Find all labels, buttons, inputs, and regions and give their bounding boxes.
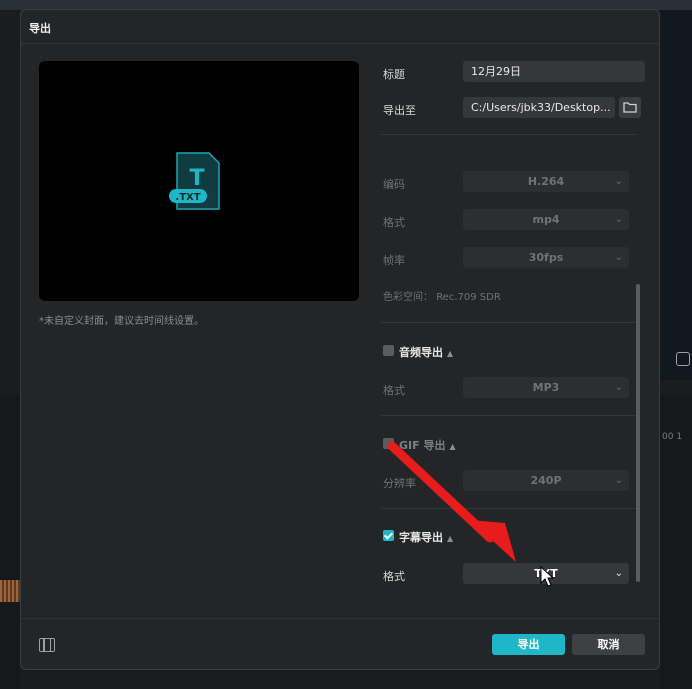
film-icon[interactable] bbox=[39, 638, 55, 652]
background-timeline-left bbox=[0, 395, 20, 689]
settings-scrollbar[interactable] bbox=[636, 284, 640, 582]
caret-up-icon: ▲ bbox=[447, 534, 454, 543]
gif-export-title: GIF 导出 bbox=[399, 439, 446, 452]
chevron-down-icon: ⌄ bbox=[614, 176, 623, 187]
section-divider bbox=[381, 415, 637, 416]
gif-resolution-select[interactable]: 240P ⌄ bbox=[463, 470, 629, 491]
colorspace-value: Rec.709 SDR bbox=[436, 292, 501, 303]
txt-icon-badge: .TXT bbox=[175, 192, 200, 203]
subtitle-format-select[interactable]: TXT ⌄ bbox=[463, 563, 629, 584]
cancel-button[interactable]: 取消 bbox=[572, 634, 645, 655]
cover-hint: *未自定义封面，建议去时间线设置。 bbox=[39, 316, 204, 327]
video-format-select[interactable]: mp4 ⌄ bbox=[463, 209, 629, 230]
export-path-value: C:/Users/jbk33/Desktop... bbox=[471, 101, 611, 114]
subtitle-export-title: 字幕导出 bbox=[399, 531, 443, 544]
chevron-down-icon: ⌄ bbox=[614, 475, 623, 486]
audio-export-header[interactable]: 音频导出 ▲ bbox=[399, 344, 453, 360]
txt-icon-letter: T bbox=[189, 166, 204, 191]
codec-select[interactable]: H.264 ⌄ bbox=[463, 171, 629, 192]
gif-resolution-value: 240P bbox=[530, 474, 562, 487]
audio-format-value: MP3 bbox=[532, 381, 560, 394]
subtitle-format-label: 格式 bbox=[383, 570, 405, 583]
chevron-down-icon: ⌄ bbox=[614, 252, 623, 263]
video-format-label: 格式 bbox=[383, 216, 405, 229]
title-input[interactable]: 12月29日 bbox=[463, 61, 645, 82]
export-path-input[interactable]: C:/Users/jbk33/Desktop... bbox=[463, 97, 615, 118]
subtitle-export-checkbox[interactable] bbox=[383, 530, 394, 541]
browse-folder-button[interactable] bbox=[619, 97, 641, 118]
scan-icon bbox=[676, 352, 690, 366]
codec-value: H.264 bbox=[527, 175, 565, 188]
cover-preview[interactable]: T .TXT bbox=[39, 61, 359, 301]
folder-icon bbox=[623, 102, 637, 113]
background-preview-panel bbox=[660, 10, 692, 380]
codec-label: 编码 bbox=[383, 178, 405, 191]
chevron-down-icon: ⌄ bbox=[614, 382, 623, 393]
export-button[interactable]: 导出 bbox=[492, 634, 565, 655]
gif-export-header[interactable]: GIF 导出 ▲ bbox=[399, 437, 456, 453]
audio-export-checkbox[interactable] bbox=[383, 345, 394, 356]
export-to-label: 导出至 bbox=[383, 104, 416, 117]
colorspace-label-text: 色彩空间： bbox=[383, 292, 433, 303]
section-divider bbox=[381, 322, 637, 323]
colorspace-label: 色彩空间： Rec.709 SDR bbox=[383, 288, 501, 303]
dialog-title-bar: 导出 bbox=[21, 10, 659, 44]
section-divider bbox=[381, 134, 637, 135]
chevron-down-icon: ⌄ bbox=[614, 214, 623, 225]
section-divider bbox=[381, 508, 637, 509]
chevron-down-icon: ⌄ bbox=[614, 568, 623, 579]
footer-divider bbox=[21, 618, 659, 619]
audio-export-title: 音频导出 bbox=[399, 346, 443, 359]
framerate-value: 30fps bbox=[528, 251, 564, 264]
export-dialog: 导出 T .TXT *未自定义封面，建议去时间线设置。 标题 12月29日 导出… bbox=[20, 9, 660, 670]
gif-export-checkbox[interactable] bbox=[383, 438, 394, 449]
title-value: 12月29日 bbox=[471, 65, 521, 78]
caret-up-icon: ▲ bbox=[447, 349, 454, 358]
framerate-select[interactable]: 30fps ⌄ bbox=[463, 247, 629, 268]
dialog-title: 导出 bbox=[29, 22, 51, 35]
timeline-timecode: 00 1 bbox=[662, 432, 683, 442]
gif-resolution-label: 分辨率 bbox=[383, 477, 416, 490]
video-format-value: mp4 bbox=[532, 213, 560, 226]
framerate-label: 帧率 bbox=[383, 254, 405, 267]
audio-format-select[interactable]: MP3 ⌄ bbox=[463, 377, 629, 398]
caret-up-icon: ▲ bbox=[449, 442, 456, 451]
title-label: 标题 bbox=[383, 68, 405, 81]
background-audio-track bbox=[0, 580, 20, 602]
audio-format-label: 格式 bbox=[383, 384, 405, 397]
txt-file-icon: T .TXT bbox=[169, 152, 220, 210]
subtitle-export-header[interactable]: 字幕导出 ▲ bbox=[399, 529, 453, 545]
subtitle-format-value: TXT bbox=[534, 567, 558, 580]
